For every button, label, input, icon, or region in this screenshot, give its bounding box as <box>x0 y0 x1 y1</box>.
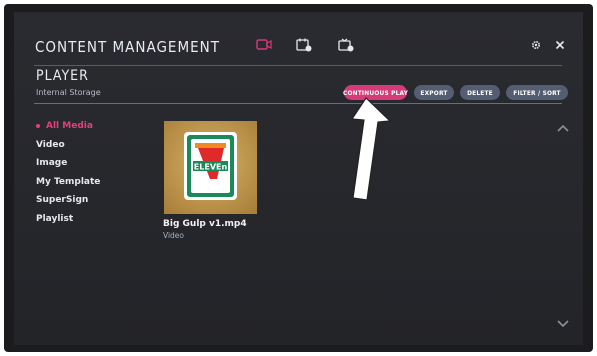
sidebar-item-image[interactable]: Image <box>36 157 100 176</box>
template-icon[interactable] <box>338 38 354 52</box>
sidebar-item-all-media[interactable]: All Media <box>36 120 100 139</box>
sidebar-item-label: All Media <box>46 121 93 131</box>
sidebar-item-video[interactable]: Video <box>36 139 100 158</box>
close-icon[interactable] <box>555 40 565 50</box>
active-bullet-icon <box>36 124 40 128</box>
gear-icon[interactable] <box>531 40 541 50</box>
sidebar-item-supersign[interactable]: SuperSign <box>36 194 100 213</box>
scroll-up-icon[interactable] <box>557 124 569 132</box>
sidebar-item-label: Image <box>36 158 68 168</box>
section-divider <box>34 103 562 104</box>
media-item-type: Video <box>163 231 185 240</box>
media-item-name[interactable]: Big Gulp v1.mp4 <box>163 219 247 229</box>
scroll-down-icon[interactable] <box>557 320 569 328</box>
header-divider <box>34 65 562 66</box>
delete-button[interactable]: DELETE <box>460 85 500 100</box>
sidebar-item-label: SuperSign <box>36 195 89 205</box>
seven-eleven-logo: ELEVEn 7 <box>164 121 257 214</box>
media-thumbnail[interactable]: ELEVEn 7 <box>164 121 257 214</box>
header-bar: CONTENT MANAGEMENT <box>14 12 583 70</box>
sidebar-item-playlist[interactable]: Playlist <box>36 213 100 232</box>
player-icon[interactable] <box>256 38 272 52</box>
app-title: CONTENT MANAGEMENT <box>35 38 220 56</box>
scheduler-icon[interactable] <box>296 38 312 52</box>
logo-text: ELEVEn <box>194 163 228 172</box>
sidebar-item-my-template[interactable]: My Template <box>36 176 100 195</box>
export-button[interactable]: EXPORT <box>414 85 454 100</box>
sidebar-item-label: My Template <box>36 176 101 187</box>
continuous-play-button[interactable]: CONTINUOUS PLAY <box>343 85 408 100</box>
sidebar-item-label: Video <box>36 139 65 150</box>
sidebar: All Media Video Image My Template SuperS… <box>36 120 100 231</box>
storage-label: Internal Storage <box>36 88 101 97</box>
app-screen: CONTENT MANAGEMENT PLAYER Internal Stora… <box>14 12 583 345</box>
filter-sort-button[interactable]: FILTER / SORT <box>506 85 568 100</box>
section-title: PLAYER <box>36 68 89 84</box>
sidebar-item-label: Playlist <box>36 213 74 224</box>
